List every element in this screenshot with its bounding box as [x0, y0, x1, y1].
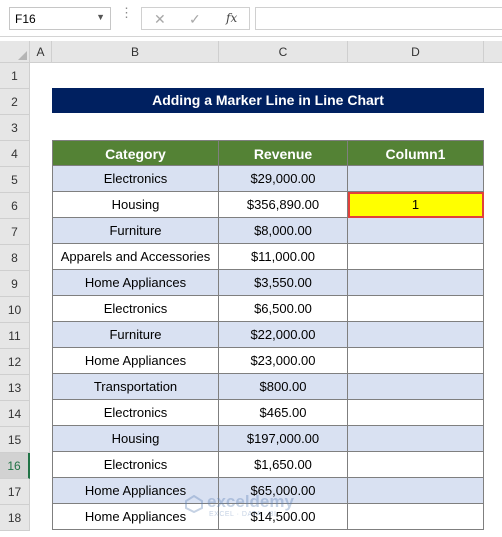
cell-column1[interactable]: [348, 166, 484, 192]
cell-category[interactable]: Electronics: [52, 166, 219, 192]
cell-column1[interactable]: [348, 426, 484, 452]
row-header-8[interactable]: 8: [0, 245, 30, 271]
column-header-a[interactable]: A: [30, 41, 52, 63]
cell-revenue[interactable]: $6,500.00: [219, 296, 348, 322]
sheet-title[interactable]: Adding a Marker Line in Line Chart: [52, 88, 484, 113]
cell-category[interactable]: Home Appliances: [52, 504, 219, 530]
row-header-3[interactable]: 3: [0, 115, 30, 141]
cell-revenue[interactable]: $1,650.00: [219, 452, 348, 478]
cell-category[interactable]: Home Appliances: [52, 270, 219, 296]
row-header-2[interactable]: 2: [0, 89, 30, 115]
cell-category[interactable]: Electronics: [52, 296, 219, 322]
row-header-18[interactable]: 18: [0, 505, 30, 531]
cell-category[interactable]: Electronics: [52, 400, 219, 426]
row-header-5[interactable]: 5: [0, 167, 30, 193]
row-header-17[interactable]: 17: [0, 479, 30, 505]
spreadsheet-grid: ABCD 1 2 3 4 5 6 7 8 9 10 11 12 13 14 15 16 17 18 Adding …: [0, 41, 502, 537]
cell-column1[interactable]: [348, 270, 484, 296]
header-category[interactable]: Category: [52, 140, 219, 166]
cell-category[interactable]: Furniture: [52, 322, 219, 348]
header-revenue[interactable]: Revenue: [219, 140, 348, 166]
cell-category[interactable]: Housing: [52, 426, 219, 452]
insert-function-icon[interactable]: fx: [226, 11, 237, 25]
cell-revenue[interactable]: $800.00: [219, 374, 348, 400]
cell-category[interactable]: Home Appliances: [52, 348, 219, 374]
row-header-7[interactable]: 7: [0, 219, 30, 245]
cell-revenue[interactable]: $465.00: [219, 400, 348, 426]
cell-column1[interactable]: [348, 322, 484, 348]
name-box[interactable]: F16 ▼: [9, 7, 111, 30]
column-header-b[interactable]: B: [52, 41, 219, 63]
row-header-14[interactable]: 14: [0, 401, 30, 427]
row-header-4[interactable]: 4: [0, 141, 30, 167]
formula-bar: F16 ▼ ⋮ ✕ ✓ fx: [0, 0, 502, 37]
cell-revenue[interactable]: $22,000.00: [219, 322, 348, 348]
cell-category[interactable]: Apparels and Accessories: [52, 244, 219, 270]
cell-revenue[interactable]: $356,890.00: [219, 192, 348, 218]
cell-revenue[interactable]: $3,550.00: [219, 270, 348, 296]
cell-revenue[interactable]: $65,000.00: [219, 478, 348, 504]
formula-input[interactable]: [255, 7, 502, 30]
cell-column1[interactable]: [348, 504, 484, 530]
cell-column1[interactable]: [348, 244, 484, 270]
chevron-down-icon[interactable]: ▼: [96, 12, 105, 22]
row-header-6[interactable]: 6: [0, 193, 30, 219]
column-header-c[interactable]: C: [219, 41, 348, 63]
more-options-icon[interactable]: ⋮: [120, 6, 133, 19]
enter-icon[interactable]: ✓: [189, 11, 201, 28]
header-column1[interactable]: Column1: [348, 140, 484, 166]
cell-revenue[interactable]: $8,000.00: [219, 218, 348, 244]
cell-column1[interactable]: [348, 348, 484, 374]
cell-column1[interactable]: [348, 452, 484, 478]
cell-category[interactable]: Furniture: [52, 218, 219, 244]
row-header-1[interactable]: 1: [0, 63, 30, 89]
row-header-15[interactable]: 15: [0, 427, 30, 453]
cell-column1[interactable]: [348, 296, 484, 322]
cell-revenue[interactable]: $23,000.00: [219, 348, 348, 374]
cell-column1[interactable]: [348, 400, 484, 426]
name-box-value: F16: [15, 12, 36, 26]
row-header-9[interactable]: 9: [0, 271, 30, 297]
row-header-16[interactable]: 16: [0, 453, 30, 479]
cell-revenue[interactable]: $14,500.00: [219, 504, 348, 530]
row-header-10[interactable]: 10: [0, 297, 30, 323]
cell-column1[interactable]: [348, 478, 484, 504]
column-header-overflow: [484, 41, 502, 63]
cell-column1[interactable]: [348, 374, 484, 400]
cell-category[interactable]: Housing: [52, 192, 219, 218]
cell-column1[interactable]: 1: [348, 192, 484, 218]
row-header-11[interactable]: 11: [0, 323, 30, 349]
cell-revenue[interactable]: $29,000.00: [219, 166, 348, 192]
cell-category[interactable]: Home Appliances: [52, 478, 219, 504]
cancel-icon[interactable]: ✕: [154, 11, 166, 28]
row-header-13[interactable]: 13: [0, 375, 30, 401]
select-all-button[interactable]: [0, 41, 30, 63]
cell-category[interactable]: Transportation: [52, 374, 219, 400]
column-header-d[interactable]: D: [348, 41, 484, 63]
cell-category[interactable]: Electronics: [52, 452, 219, 478]
formula-buttons: ✕ ✓ fx: [141, 7, 250, 30]
select-all-triangle-icon: [18, 51, 27, 60]
cell-revenue[interactable]: $197,000.00: [219, 426, 348, 452]
cell-column1[interactable]: [348, 218, 484, 244]
row-header-12[interactable]: 12: [0, 349, 30, 375]
cell-revenue[interactable]: $11,000.00: [219, 244, 348, 270]
